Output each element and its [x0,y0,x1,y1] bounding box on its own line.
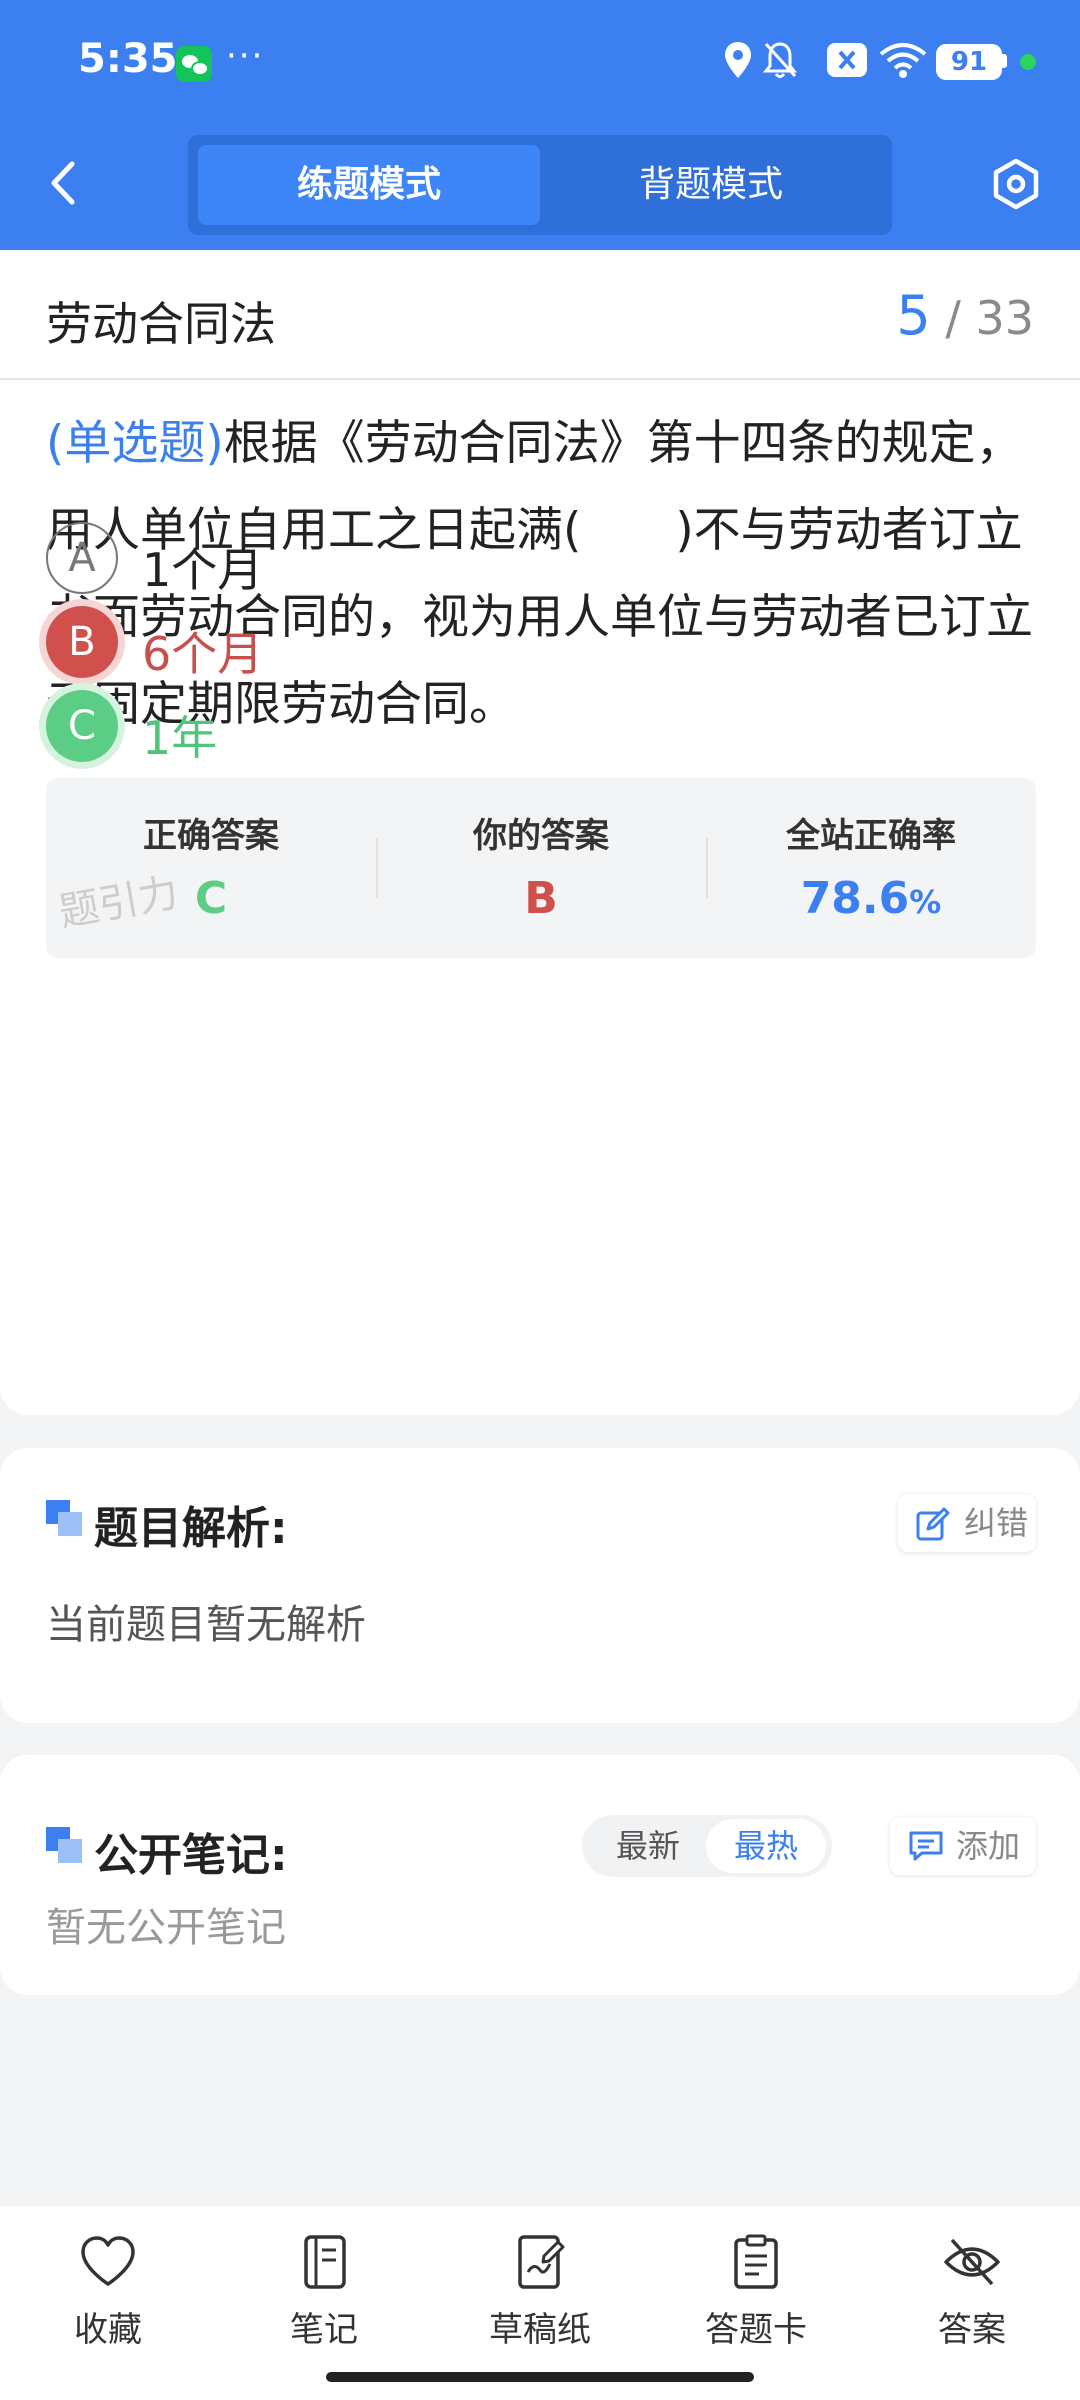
option-b-selected-wrong[interactable]: B 6个月 [46,606,646,686]
question-card: 劳动合同法 5 / 33 (单选题)根据《劳动合同法》第十四条的规定，用人单位自… [0,250,1080,1415]
option-c-correct[interactable]: C 1年 [46,690,646,770]
edit-icon [916,1507,950,1541]
clipboard-icon [734,2234,778,2289]
status-time: 5:35 [78,36,178,82]
section-squares-icon [46,1500,82,1536]
sort-latest[interactable]: 最新 [588,1819,708,1873]
add-note-button[interactable]: 添加 [890,1817,1036,1875]
tab-practice-mode[interactable]: 练题模式 [198,145,540,225]
accuracy-rate-value: 78.6% [706,873,1036,924]
current-question-number: 5 [896,284,931,347]
question-type-label: (单选题) [46,416,224,471]
option-letter: A [46,522,118,594]
nav-favorite[interactable]: 收藏 [0,2234,216,2351]
your-answer-column: 你的答案 B [376,808,706,924]
nav-answer[interactable]: 答案 [864,2234,1080,2351]
analysis-card: 题目解析: 纠错 当前题目暂无解析 [0,1448,1080,1723]
analysis-title: 题目解析: [94,1503,288,1554]
wifi-icon [879,43,927,78]
draft-icon [518,2235,565,2289]
total-questions: 33 [975,291,1034,345]
more-notifications-icon: ··· [226,36,265,76]
bottom-navigation: 收藏 笔记 草稿纸 答题卡 答案 [0,2206,1080,2400]
accuracy-rate-label: 全站正确率 [786,816,956,856]
eye-off-icon [944,2238,1000,2286]
mode-switch: 练题模式 背题模式 [188,135,892,235]
question-title-bar: 劳动合同法 5 / 33 [0,250,1080,380]
mute-bell-icon [762,42,798,78]
nav-favorite-label: 收藏 [74,2310,142,2350]
accuracy-rate-unit: % [909,883,942,921]
accuracy-rate-number: 78.6 [800,873,910,924]
status-bar: 5:35 ··· 91 [0,0,1080,125]
nav-notes-label: 笔记 [290,2310,358,2350]
subject-title: 劳动合同法 [46,297,276,351]
notebook-icon [304,2235,346,2289]
sort-hottest[interactable]: 最热 [706,1819,826,1873]
option-text: 6个月 [142,627,264,681]
public-notes-card: 公开笔记: 最新 最热 添加 暂无公开笔记 [0,1755,1080,1995]
question-progress[interactable]: 5 / 33 [896,284,1034,347]
close-notification-icon [827,43,867,77]
option-letter: C [46,690,118,762]
battery-indicator: 91 [936,44,1002,80]
home-indicator[interactable] [326,2372,754,2382]
analysis-body: 当前题目暂无解析 [46,1602,366,1648]
option-a[interactable]: A 1个月 [46,522,646,602]
settings-hexagon-icon[interactable] [990,158,1042,210]
nav-answer-sheet[interactable]: 答题卡 [648,2234,864,2351]
comment-icon [909,1831,943,1861]
section-squares-icon [46,1827,82,1863]
your-answer-label: 你的答案 [473,816,609,856]
notes-sort-toggle: 最新 最热 [582,1815,832,1877]
tab-memorize-mode[interactable]: 背题模式 [540,145,882,225]
report-error-button[interactable]: 纠错 [898,1494,1036,1552]
nav-notes[interactable]: 笔记 [216,2234,432,2351]
report-error-label: 纠错 [964,1504,1029,1542]
nav-draft-paper[interactable]: 草稿纸 [432,2234,648,2351]
option-letter: B [46,606,118,678]
notes-title: 公开笔记: [94,1830,288,1881]
option-text: 1年 [142,711,218,765]
option-text: 1个月 [142,543,264,597]
notes-body: 暂无公开笔记 [46,1905,286,1951]
nav-answer-sheet-label: 答题卡 [705,2310,807,2350]
location-icon [725,42,751,78]
battery-cap [1002,54,1007,68]
heart-icon [81,2236,135,2286]
nav-draft-paper-label: 草稿纸 [489,2310,591,2350]
answer-summary-box: 正确答案 C 你的答案 B 全站正确率 78.6% 题引力 [46,778,1036,958]
wechat-notification-icon [176,46,212,82]
app-header: 5:35 ··· 91 练题模式 背题模式 [0,0,1080,250]
active-indicator-dot [1020,54,1036,70]
back-arrow-icon[interactable] [44,158,84,208]
add-note-label: 添加 [956,1827,1021,1865]
progress-separator: / [945,291,961,345]
nav-answer-label: 答案 [938,2310,1006,2350]
correct-answer-label: 正确答案 [143,816,279,856]
your-answer-value: B [524,873,558,924]
accuracy-rate-column: 全站正确率 78.6% [706,808,1036,924]
